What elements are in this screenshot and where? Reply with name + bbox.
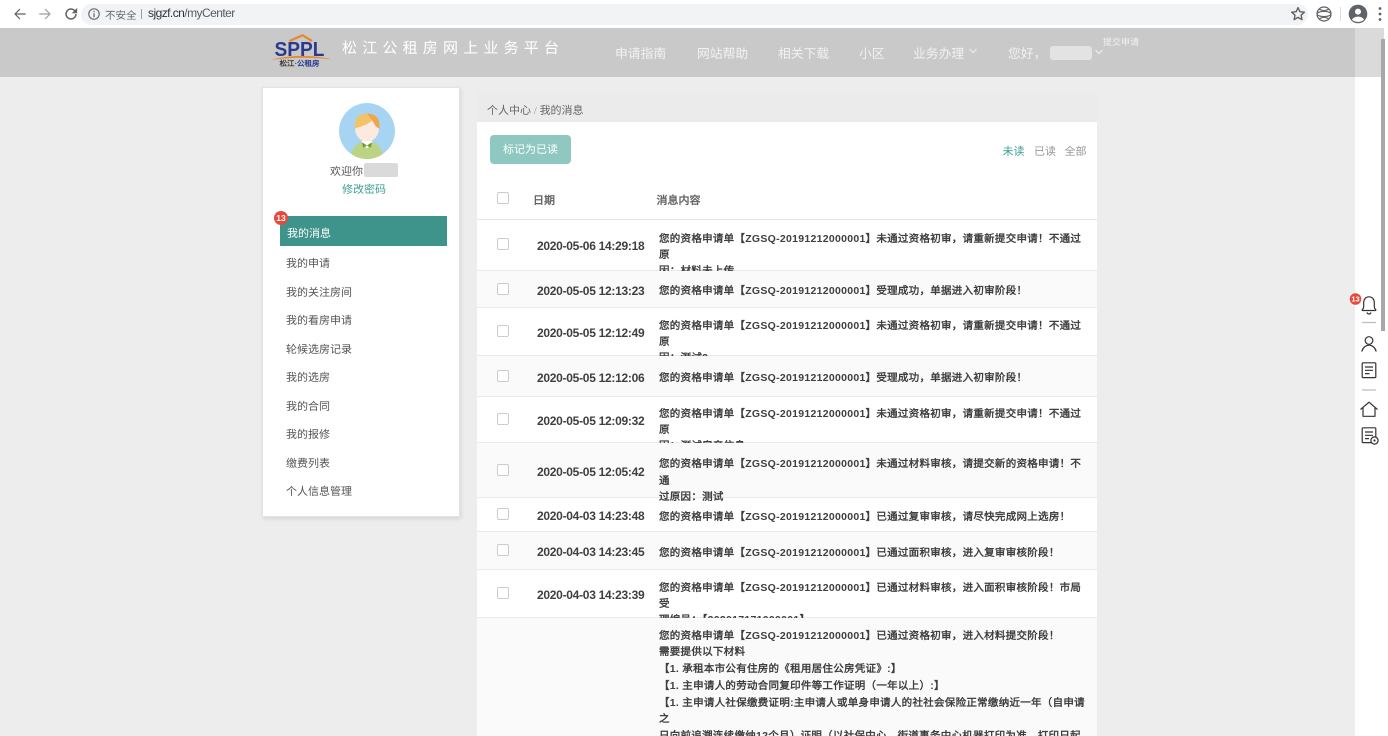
- svg-text:13: 13: [1351, 295, 1359, 304]
- svg-text:松江·公租房: 松江·公租房: [280, 58, 321, 69]
